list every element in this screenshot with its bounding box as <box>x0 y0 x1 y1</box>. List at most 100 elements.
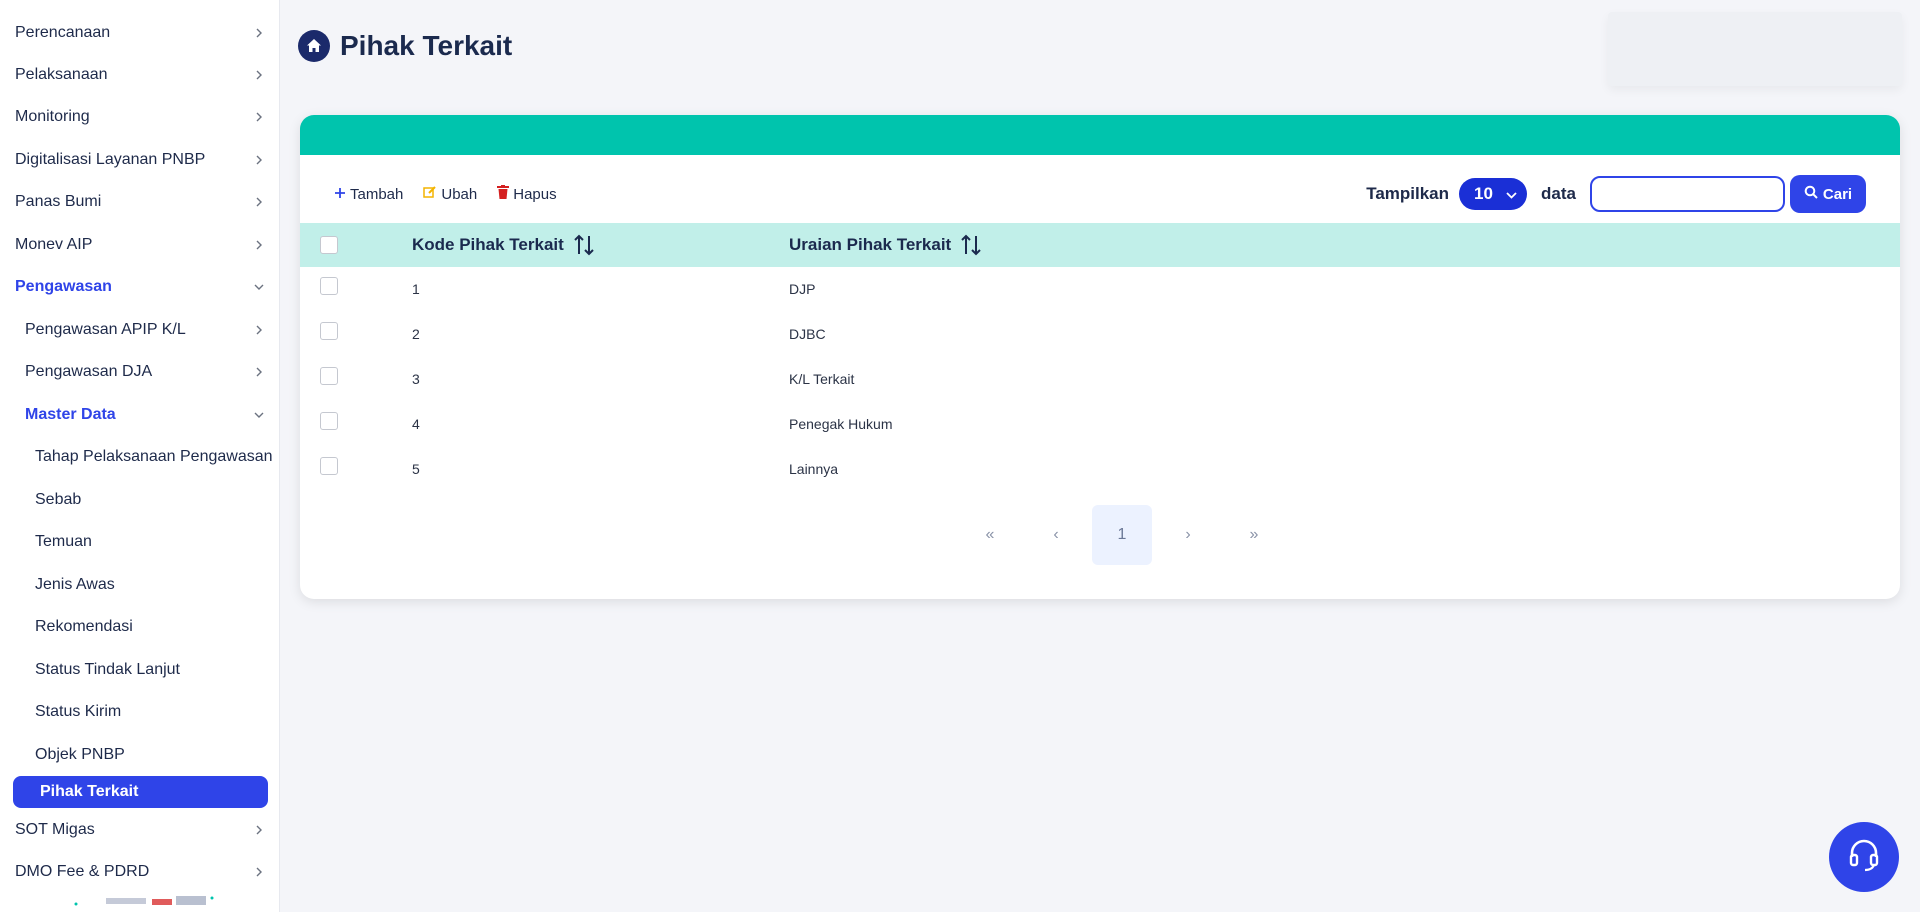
edit-button[interactable]: Ubah <box>423 185 477 203</box>
edit-icon <box>423 185 437 203</box>
sidebar-item-label: Monitoring <box>15 108 90 125</box>
sidebar-item-label: Monev AIP <box>15 236 93 253</box>
sidebar-item-label: DMO Fee & PDRD <box>15 863 150 880</box>
table-row[interactable]: 2 DJBC <box>300 312 1900 357</box>
last-page-button[interactable]: » <box>1224 505 1284 565</box>
column-header-kode[interactable]: Kode Pihak Terkait <box>412 223 594 267</box>
help-chat-button[interactable] <box>1829 822 1899 892</box>
sidebar-item-label: Pelaksanaan <box>15 66 108 83</box>
sidebar-item-objek-pnbp[interactable]: Objek PNBP <box>0 735 279 775</box>
chevron-down-icon <box>252 408 266 422</box>
sidebar-item-label: SOT Migas <box>15 821 95 838</box>
sidebar-item-monev-aip[interactable]: Monev AIP <box>0 225 279 265</box>
sidebar-item-master-data[interactable]: Master Data <box>0 395 279 435</box>
sidebar-item-label: Rekomendasi <box>35 618 133 635</box>
first-page-button[interactable]: « <box>960 505 1020 565</box>
chevron-right-icon <box>252 365 266 379</box>
sidebar-item-label: Jenis Awas <box>35 576 115 593</box>
table-row[interactable]: 5 Lainnya <box>300 447 1900 492</box>
sidebar-item-label: Sebab <box>35 491 82 508</box>
data-label: data <box>1541 184 1576 203</box>
trash-icon <box>497 185 510 203</box>
sidebar: Perencanaan Pelaksanaan Monitoring Digit… <box>0 0 280 912</box>
user-panel-placeholder <box>1608 12 1902 86</box>
table-row[interactable]: 1 DJP <box>300 267 1900 312</box>
pagination: « ‹ 1 › » <box>960 505 1290 565</box>
sidebar-item-tahap-pelaksanaan-pengawasan[interactable]: Tahap Pelaksanaan Pengawasan <box>0 437 279 477</box>
cell-uraian: DJBC <box>789 326 826 342</box>
cell-kode: 1 <box>412 281 420 297</box>
cell-uraian: K/L Terkait <box>789 371 855 387</box>
cell-kode: 2 <box>412 326 420 342</box>
chevron-right-icon <box>252 195 266 209</box>
chevron-right-icon <box>252 823 266 837</box>
plus-icon <box>334 186 346 203</box>
sidebar-item-temuan[interactable]: Temuan <box>0 522 279 562</box>
sidebar-item-label: Master Data <box>25 406 116 423</box>
row-checkbox[interactable] <box>320 367 338 385</box>
row-checkbox[interactable] <box>320 457 338 475</box>
select-all-checkbox[interactable] <box>320 236 338 254</box>
sidebar-item-perencanaan[interactable]: Perencanaan <box>0 13 279 53</box>
sidebar-item-label: Status Kirim <box>35 703 122 720</box>
chevron-right-icon <box>252 110 266 124</box>
chevron-right-icon <box>252 68 266 82</box>
chevron-right-icon <box>252 153 266 167</box>
sidebar-item-label: Digitalisasi Layanan PNBP <box>15 151 206 168</box>
cell-kode: 4 <box>412 416 420 432</box>
sidebar-item-rekomendasi[interactable]: Rekomendasi <box>0 607 279 647</box>
sort-icon[interactable] <box>574 234 594 256</box>
sidebar-item-pelaksanaan[interactable]: Pelaksanaan <box>0 55 279 95</box>
sidebar-item-sebab[interactable]: Sebab <box>0 480 279 520</box>
sidebar-item-label: Status Tindak Lanjut <box>35 661 180 678</box>
current-page-button[interactable]: 1 <box>1092 505 1152 565</box>
filter-bar: Tampilkan 10 data Cari <box>1366 175 1866 213</box>
sidebar-item-sot-migas[interactable]: SOT Migas <box>0 810 279 850</box>
chevron-right-icon <box>252 865 266 879</box>
row-checkbox[interactable] <box>320 322 338 340</box>
delete-button-label: Hapus <box>513 185 557 203</box>
table-row[interactable]: 3 K/L Terkait <box>300 357 1900 402</box>
chevron-down-icon <box>252 280 266 294</box>
sidebar-item-monitoring[interactable]: Monitoring <box>0 97 279 137</box>
column-header-label: Kode Pihak Terkait <box>412 235 564 254</box>
chevron-down-icon <box>1506 184 1517 204</box>
add-button[interactable]: Tambah <box>334 186 403 203</box>
search-icon <box>1804 185 1818 203</box>
page-title: Pihak Terkait <box>340 30 513 61</box>
sidebar-item-dmo-fee-pdrd[interactable]: DMO Fee & PDRD <box>0 852 279 892</box>
cell-uraian: DJP <box>789 281 816 297</box>
column-header-uraian[interactable]: Uraian Pihak Terkait <box>789 223 981 267</box>
row-checkbox[interactable] <box>320 412 338 430</box>
sidebar-item-pihak-terkait[interactable]: Pihak Terkait <box>13 776 268 808</box>
page-size-select[interactable]: 10 <box>1459 178 1528 210</box>
home-icon[interactable] <box>298 30 330 62</box>
search-button[interactable]: Cari <box>1790 175 1866 213</box>
sidebar-item-jenis-awas[interactable]: Jenis Awas <box>0 565 279 605</box>
search-input[interactable] <box>1590 176 1785 212</box>
sidebar-item-panas-bumi[interactable]: Panas Bumi <box>0 182 279 222</box>
sidebar-item-label: Pengawasan DJA <box>25 363 153 380</box>
sidebar-item-digitalisasi-layanan-pnbp[interactable]: Digitalisasi Layanan PNBP <box>0 140 279 180</box>
table-header: Kode Pihak Terkait Uraian Pihak Terkait <box>300 223 1900 267</box>
sidebar-item-pengawasan[interactable]: Pengawasan <box>0 267 279 307</box>
toolbar: Tambah Ubah Hapus <box>334 185 557 203</box>
sidebar-item-status-kirim[interactable]: Status Kirim <box>0 692 279 732</box>
edit-button-label: Ubah <box>441 185 478 203</box>
chevron-right-icon <box>252 238 266 252</box>
prev-page-button[interactable]: ‹ <box>1026 505 1086 565</box>
row-checkbox[interactable] <box>320 277 338 295</box>
sidebar-item-label: Pengawasan APIP K/L <box>25 321 186 338</box>
next-page-button[interactable]: › <box>1158 505 1218 565</box>
search-button-label: Cari <box>1822 185 1853 203</box>
sidebar-item-status-tindak-lanjut[interactable]: Status Tindak Lanjut <box>0 650 279 690</box>
cell-uraian: Penegak Hukum <box>789 416 893 432</box>
sidebar-item-pengawasan-dja[interactable]: Pengawasan DJA <box>0 352 279 392</box>
add-button-label: Tambah <box>350 185 404 203</box>
table-row[interactable]: 4 Penegak Hukum <box>300 402 1900 447</box>
sidebar-item-label: Objek PNBP <box>35 746 125 763</box>
sort-icon[interactable] <box>961 234 981 256</box>
delete-button[interactable]: Hapus <box>497 185 557 203</box>
sidebar-item-pengawasan-apip-kl[interactable]: Pengawasan APIP K/L <box>0 310 279 350</box>
sidebar-item-label: Panas Bumi <box>15 193 102 210</box>
